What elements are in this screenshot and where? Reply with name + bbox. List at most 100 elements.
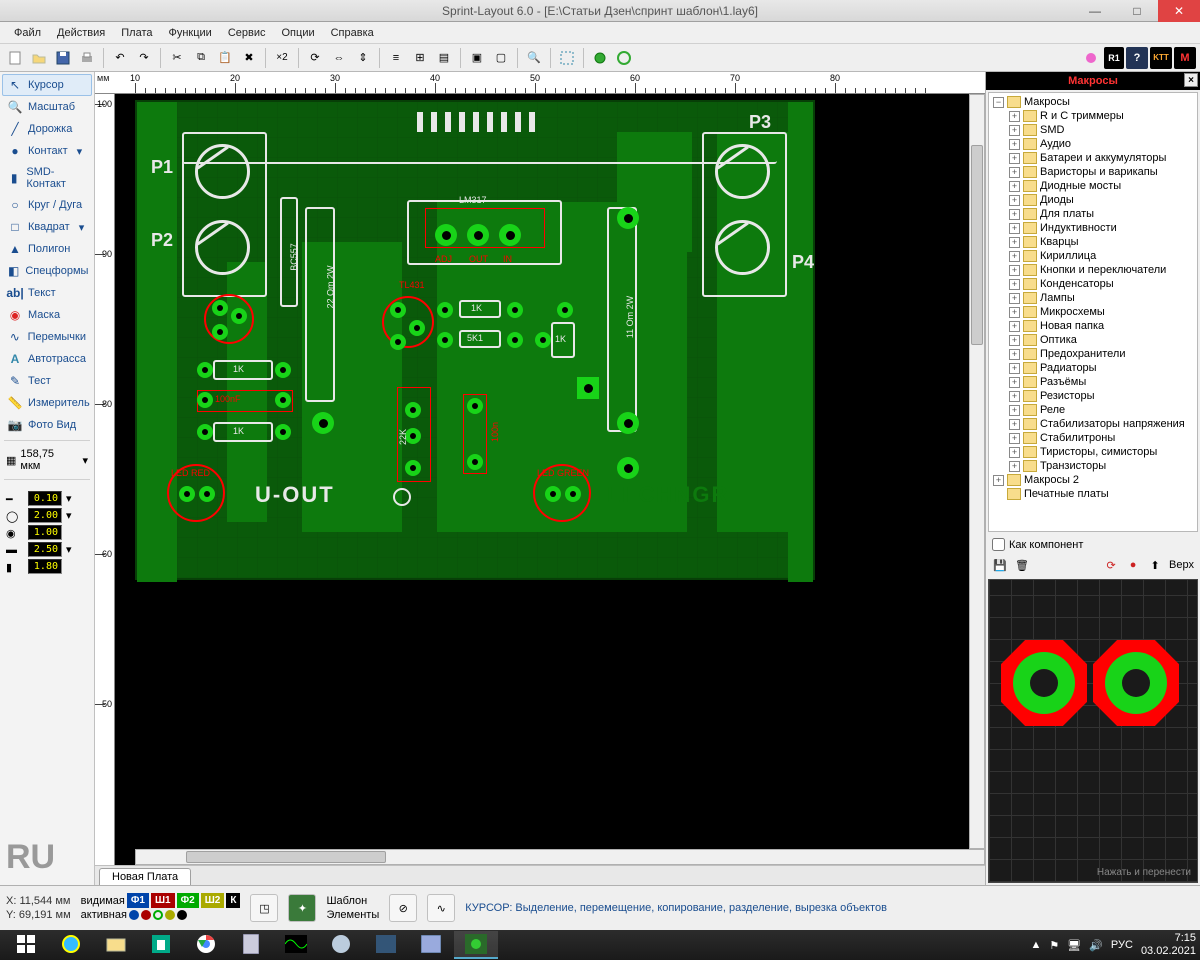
tree-folder[interactable]: +Кварцы (989, 235, 1197, 249)
tree-folder[interactable]: +Стабилитроны (989, 431, 1197, 445)
pcb-board[interactable]: P1 P2 P3 P4 LM317 ADJ OUT IN (135, 100, 815, 580)
tree-folder[interactable]: +Радиаторы (989, 361, 1197, 375)
tree-folder[interactable]: +Резисторы (989, 389, 1197, 403)
taskbar-calc-icon[interactable] (229, 931, 273, 959)
tree-folder[interactable]: +Реле (989, 403, 1197, 417)
mirror-h-icon[interactable]: ⇔ (328, 47, 350, 69)
m-badge-icon[interactable]: M (1174, 47, 1196, 69)
taskbar-explorer-icon[interactable] (94, 931, 138, 959)
tree-folder[interactable]: +Разъёмы (989, 375, 1197, 389)
tool-smd[interactable]: ▮SMD-Контакт (2, 162, 92, 194)
tool-text[interactable]: ab|Текст (2, 282, 92, 304)
taskbar-app2-icon[interactable] (364, 931, 408, 959)
macro-icon[interactable] (589, 47, 611, 69)
tree-printed[interactable]: Печатные платы (989, 487, 1197, 501)
tab-board-1[interactable]: Новая Плата (99, 868, 191, 885)
taskbar-app1-icon[interactable] (319, 931, 363, 959)
tree-folder[interactable]: +Диодные мосты (989, 179, 1197, 193)
status-tool2-icon[interactable]: ∿ (427, 894, 455, 922)
macro-up-icon[interactable]: ⬆ (1147, 557, 1163, 573)
tool-polygon[interactable]: ▲Полигон (2, 238, 92, 260)
tree-folder[interactable]: +Аудио (989, 137, 1197, 151)
tree-folder[interactable]: +Транзисторы (989, 459, 1197, 473)
tray-clock[interactable]: 7:15 03.02.2021 (1141, 932, 1196, 958)
tool-photoview[interactable]: 📷Фото Вид (2, 414, 92, 436)
grid-value[interactable]: ▦158,75 мкм ▾ (2, 445, 92, 475)
macro-record-icon[interactable]: ● (1125, 557, 1141, 573)
tray-flag2-icon[interactable]: ⚑ (1049, 939, 1059, 952)
align-icon[interactable]: ≡ (385, 47, 407, 69)
menu-options[interactable]: Опции (274, 27, 323, 39)
tree-folder[interactable]: +Предохранители (989, 347, 1197, 361)
macro-delete-icon[interactable]: 🗑 (1014, 557, 1030, 573)
tool-contact[interactable]: ●Контакт ▾ (2, 140, 92, 162)
menu-service[interactable]: Сервис (220, 27, 274, 39)
print-icon[interactable] (76, 47, 98, 69)
tray-monitor-icon[interactable]: 🖥 (1067, 939, 1081, 952)
smd-width[interactable]: ▬2.50▾ (2, 541, 92, 558)
tool-zoom[interactable]: 🔍Масштаб (2, 96, 92, 118)
ungroup-icon[interactable]: ▢ (490, 47, 512, 69)
scrollbar-horizontal[interactable] (135, 849, 985, 865)
tree-folder[interactable]: +Микросхемы (989, 305, 1197, 319)
tool-test[interactable]: ✎Тест (2, 370, 92, 392)
snap-icon[interactable]: ⊞ (409, 47, 431, 69)
taskbar-chrome-icon[interactable] (184, 931, 228, 959)
tool-autoroute[interactable]: AАвтотрасса (2, 348, 92, 370)
search-icon[interactable]: 🔍 (523, 47, 545, 69)
new-icon[interactable] (4, 47, 26, 69)
tree-folder[interactable]: +Лампы (989, 291, 1197, 305)
tray-volume-icon[interactable]: 🔊 (1089, 939, 1103, 952)
close-button[interactable]: ✕ (1158, 0, 1200, 22)
taskbar-store-icon[interactable] (139, 931, 183, 959)
tool-circle[interactable]: ○Круг / Дуга (2, 194, 92, 216)
macro-save-icon[interactable]: 💾 (992, 557, 1008, 573)
pad-inner[interactable]: ◉1.00 (2, 524, 92, 541)
drc-icon[interactable] (613, 47, 635, 69)
tree-folder[interactable]: +Конденсаторы (989, 277, 1197, 291)
tree-folder[interactable]: +Кнопки и переключатели (989, 263, 1197, 277)
taskbar-scope-icon[interactable] (274, 931, 318, 959)
tree-folder[interactable]: +Индуктивности (989, 221, 1197, 235)
tree-root2[interactable]: +Макросы 2 (989, 473, 1197, 487)
tree-folder[interactable]: +Диоды (989, 193, 1197, 207)
system-tray[interactable]: ▲ ⚑ 🖥 🔊 РУС 7:15 03.02.2021 (1030, 932, 1196, 958)
tool-track[interactable]: ╱Дорожка (2, 118, 92, 140)
macros-tree[interactable]: −Макросы+R и C триммеры+SMD+Аудио+Батаре… (988, 92, 1198, 532)
tool-specforms[interactable]: ◧Спецформы ▾ (2, 260, 92, 282)
rotate-icon[interactable]: ⟳ (304, 47, 326, 69)
delete-icon[interactable]: ✖ (238, 47, 260, 69)
tree-folder[interactable]: +Варисторы и варикапы (989, 165, 1197, 179)
tool-measure[interactable]: 📏Измеритель (2, 392, 92, 414)
tool-jumpers[interactable]: ∿Перемычки (2, 326, 92, 348)
tool-mask[interactable]: ◉Маска (2, 304, 92, 326)
pcb-viewport[interactable]: P1 P2 P3 P4 LM317 ADJ OUT IN (115, 94, 985, 865)
group-icon[interactable]: ▣ (466, 47, 488, 69)
taskbar-app3-icon[interactable] (409, 931, 453, 959)
template-button[interactable]: ◳ (250, 894, 278, 922)
tree-folder[interactable]: +Для платы (989, 207, 1197, 221)
tool-square[interactable]: □Квадрат ▾ (2, 216, 92, 238)
tree-root[interactable]: −Макросы (989, 95, 1197, 109)
cut-icon[interactable]: ✂ (166, 47, 188, 69)
macro-refresh-icon[interactable]: ⟳ (1103, 557, 1119, 573)
elements-button[interactable]: ✦ (288, 894, 316, 922)
taskbar-ie-icon[interactable] (49, 931, 93, 959)
tree-folder[interactable]: +R и C триммеры (989, 109, 1197, 123)
menu-functions[interactable]: Функции (160, 27, 219, 39)
minimize-button[interactable]: — (1074, 0, 1116, 22)
tray-lang[interactable]: РУС (1111, 939, 1133, 951)
tree-folder[interactable]: +SMD (989, 123, 1197, 137)
start-button[interactable] (4, 931, 48, 959)
menu-actions[interactable]: Действия (49, 27, 113, 39)
tray-flag-icon[interactable]: ▲ (1030, 939, 1041, 951)
duplicate-icon[interactable]: ×2 (271, 47, 293, 69)
open-icon[interactable] (28, 47, 50, 69)
tree-folder[interactable]: +Батареи и аккумуляторы (989, 151, 1197, 165)
status-tool1-icon[interactable]: ⊘ (389, 894, 417, 922)
menu-board[interactable]: Плата (113, 27, 160, 39)
macro-preview[interactable]: Нажать и перенести (988, 579, 1198, 883)
help-icon[interactable]: ? (1126, 47, 1148, 69)
menu-file[interactable]: Файл (6, 27, 49, 39)
track-width[interactable]: ━0.10▾ (2, 490, 92, 507)
